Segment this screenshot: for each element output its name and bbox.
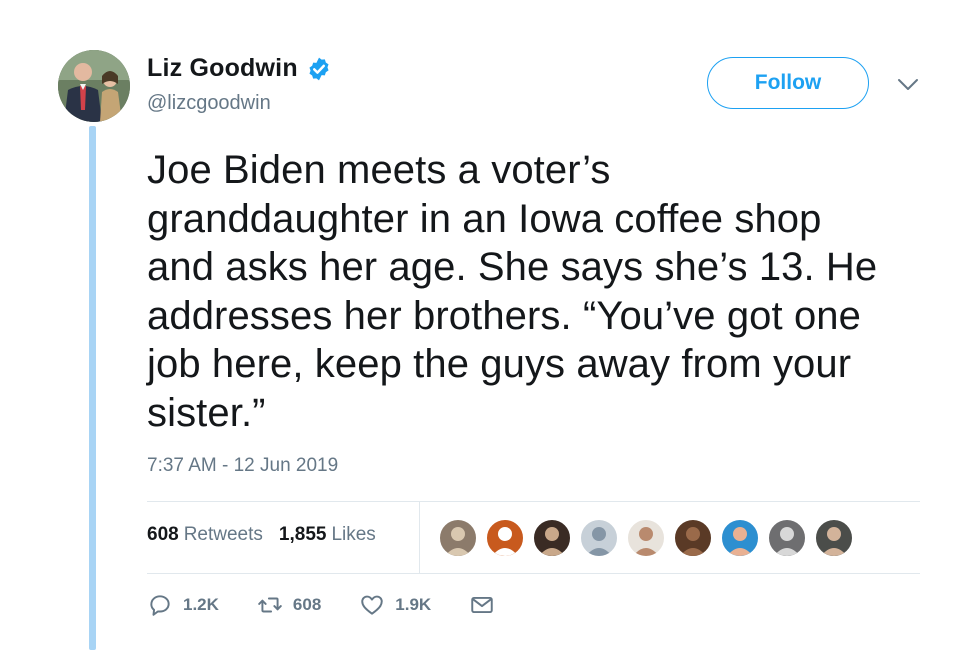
likes-count: 1,855 [278,524,327,545]
avatar-default-silhouette[interactable] [579,518,619,558]
avatar-man-beard[interactable] [814,518,854,558]
avatar-person-cap[interactable] [626,518,666,558]
direct-message-button[interactable] [469,592,495,618]
tweet-text: Joe Biden meets a voter’s granddaughter … [147,146,937,437]
retweet-button[interactable]: 608 [257,592,321,618]
avatar-red-panda[interactable] [485,518,525,558]
retweets-count: 608 [147,524,179,545]
liked-by-avatars [438,518,861,558]
avatar-person-dark-hair[interactable] [532,518,572,558]
engagement-stats: 608 Retweets 1,855 Likes [147,524,392,546]
avatar-figure-grey[interactable] [767,518,807,558]
like-count: 1.9K [395,595,432,614]
divider-top [147,501,920,502]
retweets-stat[interactable]: 608 Retweets [147,524,263,546]
author-avatar[interactable] [58,50,130,122]
author-handle[interactable]: @lizcgoodwin [147,92,271,115]
tweet-text-line: addresses her brothers. “You’ve got one [147,293,861,338]
chevron-down-icon[interactable] [897,78,919,92]
avatar-dog-sketch[interactable] [438,518,478,558]
reply-count: 1.2K [183,595,219,614]
retweet-icon [258,597,282,613]
reply-button[interactable]: 1.2K [147,592,219,618]
tweet-timestamp[interactable]: 7:37 AM - 12 Jun 2019 [147,455,338,477]
avatar-photo-icon [58,50,130,122]
tweet-text-line: job here, keep the guys away from your [147,342,852,386]
verified-badge-icon [309,57,329,80]
divider-bottom [147,573,920,574]
author-name[interactable]: Liz Goodwin [147,54,298,83]
tweet-text-line: sister.” [147,390,266,435]
retweets-label: Retweets [183,524,263,545]
reply-icon [150,595,170,616]
avatar-person-blue-bg[interactable] [720,518,760,558]
avatar-brown-dog[interactable] [673,518,713,558]
likes-label: Likes [331,524,376,545]
likes-stat[interactable]: 1,855 Likes [279,524,376,546]
like-button[interactable]: 1.9K [359,592,431,618]
retweet-count: 608 [292,595,322,614]
envelope-icon [471,596,493,614]
tweet-text-line: Joe Biden meets a voter’s [147,148,611,192]
tweet-text-line: granddaughter in an Iowa coffee shop [147,196,822,241]
tweet-actions: 1.2K 608 1.9K [147,592,533,618]
follow-button[interactable]: Follow [707,57,869,109]
stats-separator [419,502,420,573]
tweet-text-line: and asks her age. She says she’s 13. He [147,245,878,289]
thread-connector-line [89,126,96,650]
heart-icon [361,595,384,615]
